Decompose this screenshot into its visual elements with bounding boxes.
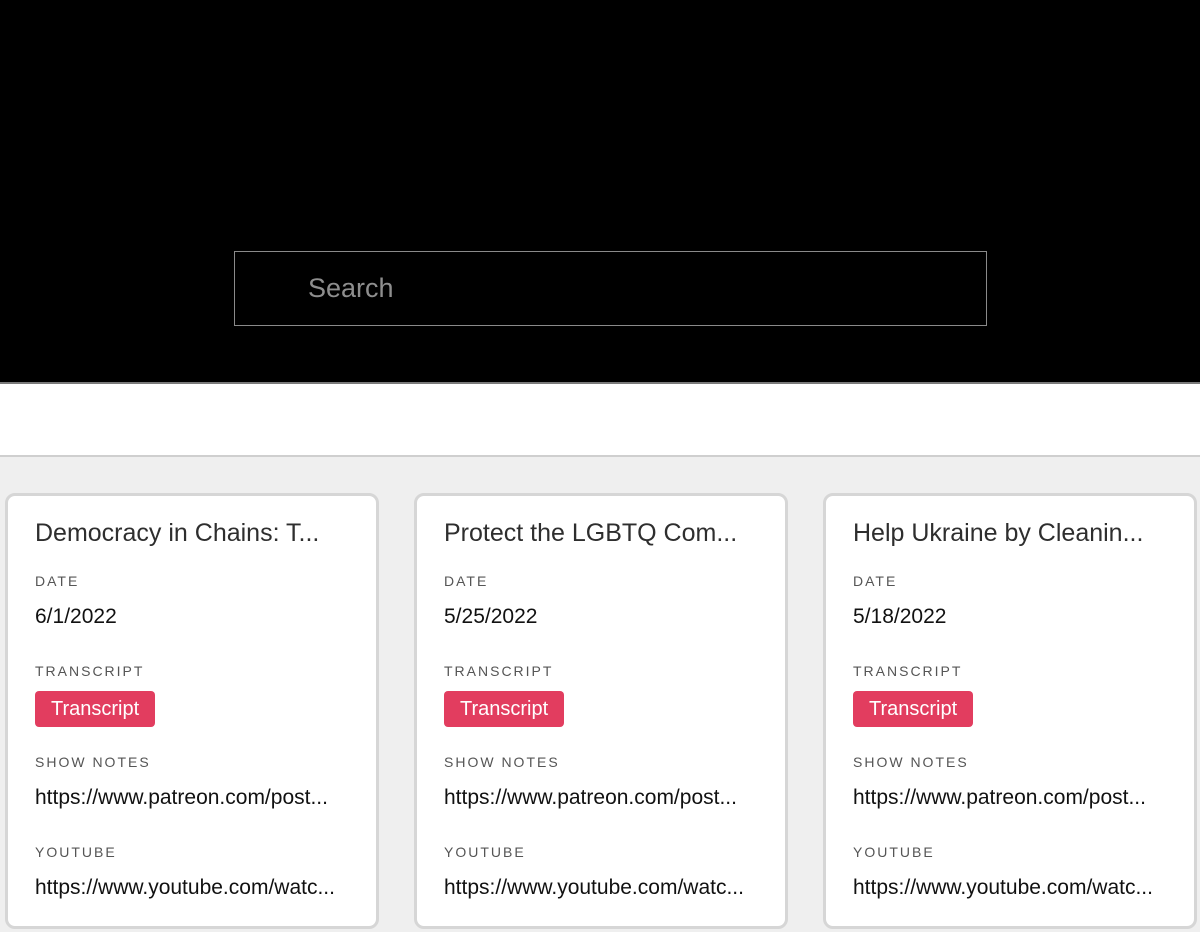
date-label: DATE [35, 573, 80, 589]
show-notes-label: SHOW NOTES [853, 754, 969, 770]
transcript-label: TRANSCRIPT [444, 663, 554, 679]
show-notes-label: SHOW NOTES [35, 754, 151, 770]
episode-title[interactable]: Protect the LGBTQ Com... [444, 516, 758, 550]
episode-card[interactable]: Democracy in Chains: T... DATE 6/1/2022 … [5, 493, 379, 929]
youtube-link[interactable]: https://www.youtube.com/watc... [853, 873, 1167, 903]
youtube-link[interactable]: https://www.youtube.com/watc... [444, 873, 758, 903]
youtube-label: YOUTUBE [444, 844, 526, 860]
transcript-button[interactable]: Transcript [35, 691, 156, 727]
show-notes-link[interactable]: https://www.patreon.com/post... [444, 783, 758, 813]
spacer-band [0, 384, 1200, 457]
episode-card[interactable]: Protect the LGBTQ Com... DATE 5/25/2022 … [414, 493, 788, 929]
transcript-button[interactable]: Transcript [444, 691, 565, 727]
episode-list: Democracy in Chains: T... DATE 6/1/2022 … [0, 457, 1200, 932]
episode-date: 5/18/2022 [853, 605, 947, 628]
transcript-label: TRANSCRIPT [35, 663, 145, 679]
episode-title[interactable]: Democracy in Chains: T... [35, 516, 349, 550]
episode-date: 5/25/2022 [444, 605, 538, 628]
date-label: DATE [444, 573, 489, 589]
episode-date: 6/1/2022 [35, 605, 117, 628]
search-input[interactable] [235, 252, 986, 325]
youtube-link[interactable]: https://www.youtube.com/watc... [35, 873, 349, 903]
search-box[interactable] [234, 251, 987, 326]
transcript-label: TRANSCRIPT [853, 663, 963, 679]
show-notes-link[interactable]: https://www.patreon.com/post... [853, 783, 1167, 813]
show-notes-link[interactable]: https://www.patreon.com/post... [35, 783, 349, 813]
episode-card[interactable]: Help Ukraine by Cleanin... DATE 5/18/202… [823, 493, 1197, 929]
youtube-label: YOUTUBE [853, 844, 935, 860]
transcript-button[interactable]: Transcript [853, 691, 974, 727]
show-notes-label: SHOW NOTES [444, 754, 560, 770]
episode-title[interactable]: Help Ukraine by Cleanin... [853, 516, 1167, 550]
header [0, 0, 1200, 384]
date-label: DATE [853, 573, 898, 589]
youtube-label: YOUTUBE [35, 844, 117, 860]
